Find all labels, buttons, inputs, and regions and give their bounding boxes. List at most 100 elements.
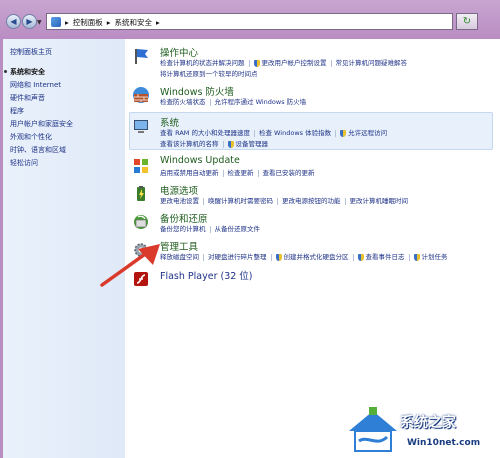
category-power-options: 电源选项 更改电池设置 唤醒计算机时需要密码 更改电源按钮的功能 更改计算机睡眠时间 [129,183,495,211]
category-windows-update: Windows Update 启用或禁用自动更新 检查更新 查看已安装的更新 [129,155,495,183]
link[interactable]: 允许程序通过 Windows 防火墙 [215,98,307,106]
divider [335,129,337,137]
sidebar-item-label: 系统和安全 [10,68,45,76]
uac-shield-icon [253,59,260,67]
divider [209,98,211,106]
forward-arrow-icon[interactable]: ▶ [22,14,37,29]
link[interactable]: 从备份还原文件 [215,225,261,233]
breadcrumb-item-system-security[interactable]: 系统和安全 [115,18,153,27]
link[interactable]: 释放磁盘空间 [160,253,199,261]
annotation-arrow-icon [100,244,160,287]
divider [344,197,346,205]
category-title[interactable]: Windows Update [160,155,240,166]
link[interactable]: 唤醒计算机时需要密码 [208,197,273,205]
divider [222,140,224,148]
sidebar-item-user-accounts[interactable]: 用户帐户和家庭安全 [10,119,73,129]
control-panel-icon [51,17,61,27]
breadcrumb: ▸ 控制面板 ▸ 系统和安全 ▸ [65,17,164,28]
category-title[interactable]: 操作中心 [160,45,198,59]
link[interactable]: 查看已安装的更新 [263,169,315,177]
divider [209,225,211,233]
link[interactable]: 备份您的计算机 [160,225,206,233]
link[interactable]: 允许远程访问 [348,129,387,137]
divider [203,197,204,205]
divider [330,59,332,67]
sidebar-item-appearance[interactable]: 外观和个性化 [10,132,52,142]
uac-shield-icon [413,253,420,261]
link[interactable]: 查看该计算机的名称 [160,140,219,148]
link[interactable]: 对硬盘进行碎片整理 [208,253,267,261]
divider [222,169,224,177]
uac-shield-icon [227,140,234,148]
sidebar-item-programs[interactable]: 程序 [10,106,24,116]
link[interactable]: 查看事件日志 [366,253,405,261]
category-title[interactable]: 电源选项 [160,183,198,197]
link[interactable]: 检查防火墙状态 [160,98,206,106]
refresh-icon[interactable]: ↻ [456,13,478,30]
divider [248,59,250,67]
category-system: 系统 查看 RAM 的大小和处理器速度 检查 Windows 体验指数 允许远程访问… [129,115,495,148]
sidebar-item-system-security[interactable]: 系统和安全 [4,67,45,77]
main-panel: 操作中心 检查计算机的状态并解决问题 更改用户帐户控制设置 常见计算机问题疑难解答 … [125,39,500,458]
breadcrumb-sep-icon: ▸ [156,18,160,27]
category-title[interactable]: 系统 [160,115,179,129]
category-action-center: 操作中心 检查计算机的状态并解决问题 更改用户帐户控制设置 常见计算机问题疑难解答 … [129,45,495,78]
recent-pages-chevron-icon[interactable]: ▼ [37,19,42,26]
link[interactable]: 更改用户帐户控制设置 [262,59,327,67]
sidebar-item-clock-region[interactable]: 时钟、语言和区域 [10,145,66,155]
link[interactable]: 检查计算机的状态并解决问题 [160,59,245,67]
link[interactable]: 启用或禁用自动更新 [160,169,219,177]
address-bar[interactable]: ▸ 控制面板 ▸ 系统和安全 ▸ [46,13,453,30]
breadcrumb-sep-icon: ▸ [65,18,69,27]
uac-shield-icon [275,253,282,261]
category-title[interactable]: 备份和还原 [160,211,208,225]
system-icon [134,120,148,133]
divider [203,253,204,261]
category-admin-tools: 管理工具 释放磁盘空间 对硬盘进行碎片整理 创建并格式化硬盘分区 查看事件日志 计划任务 [129,239,495,267]
sidebar-item-home[interactable]: 控制面板主页 [10,47,52,57]
category-title[interactable]: Windows 防火墙 [160,84,234,98]
sidebar-item-network[interactable]: 网络和 Internet [10,80,61,90]
divider [253,129,255,137]
link[interactable]: 检查 Windows 体验指数 [259,129,331,137]
divider [257,169,259,177]
divider [408,253,410,261]
uac-shield-icon [357,253,364,261]
house-logo-icon [349,407,397,452]
sidebar-item-hardware[interactable]: 硬件和声音 [10,93,45,103]
link[interactable]: 更改计算机睡眠时间 [350,197,409,205]
firewall-icon [133,87,149,103]
link[interactable]: 检查更新 [228,169,254,177]
link[interactable]: 计划任务 [422,253,448,261]
active-bullet-icon [4,70,7,73]
link[interactable]: 更改电源按钮的功能 [282,197,341,205]
flag-icon [135,49,148,64]
divider [277,197,278,205]
link[interactable]: 将计算机还原到一个较早的时间点 [160,70,258,78]
watermark-title: 系统之家 [400,415,456,431]
link[interactable]: 创建并格式化硬盘分区 [284,253,349,261]
category-title[interactable]: 管理工具 [160,239,198,253]
link[interactable]: 查看 RAM 的大小和处理器速度 [160,129,250,137]
windows-update-icon [134,159,148,173]
link[interactable]: 更改电池设置 [160,197,199,205]
breadcrumb-sep-icon: ▸ [106,18,111,27]
category-firewall: Windows 防火墙 检查防火墙状态 允许程序通过 Windows 防火墙 [129,84,495,112]
power-icon [137,186,145,201]
category-backup-restore: 备份和还原 备份您的计算机 从备份还原文件 [129,211,495,239]
uac-shield-icon [340,129,347,137]
link[interactable]: 设备管理器 [236,140,269,148]
watermark: 系统之家 Win10net.com [345,405,500,458]
window-content: 控制面板主页 系统和安全 网络和 Internet 硬件和声音 程序 用户帐户和… [3,39,500,458]
category-flash-player: Flash Player (32 位) [129,268,495,288]
divider [270,253,272,261]
sidebar-item-ease-of-access[interactable]: 轻松访问 [10,158,38,168]
category-title[interactable]: Flash Player (32 位) [160,268,253,282]
watermark-url: Win10net.com [407,438,481,448]
back-arrow-icon[interactable]: ◀ [6,14,21,29]
breadcrumb-item-control-panel[interactable]: 控制面板 [73,18,103,27]
divider [352,253,354,261]
window-titlebar: ◀ ▶ ▼ ▸ 控制面板 ▸ 系统和安全 ▸ ↻ [0,0,500,40]
backup-icon [134,215,148,229]
link[interactable]: 常见计算机问题疑难解答 [336,59,408,67]
